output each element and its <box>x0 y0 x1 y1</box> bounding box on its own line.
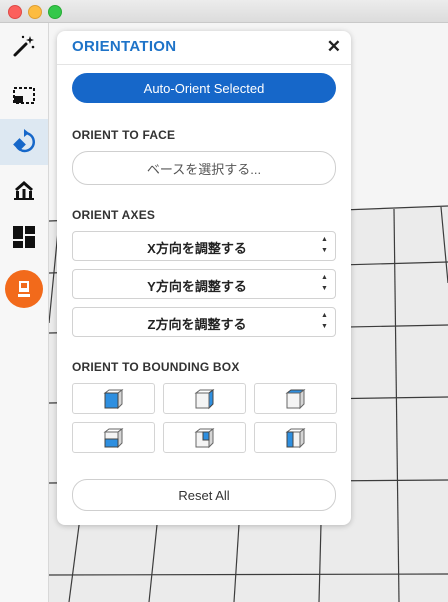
layout-icon <box>13 226 35 248</box>
chevron-up-icon[interactable]: ▲ <box>320 272 329 283</box>
orient-axes-label: ORIENT AXES <box>72 208 156 222</box>
zoom-window-button[interactable] <box>48 5 62 19</box>
selection-tool[interactable] <box>0 72 48 118</box>
bbox-left-button[interactable] <box>254 422 337 453</box>
cube-left-icon <box>285 427 305 448</box>
select-base-button[interactable]: ベースを選択する... <box>72 151 336 185</box>
chevron-down-icon[interactable]: ▼ <box>320 283 329 294</box>
bbox-right-button[interactable] <box>163 383 246 414</box>
bbox-back-button[interactable] <box>163 422 246 453</box>
chevron-down-icon[interactable]: ▼ <box>320 245 329 256</box>
minimize-window-button[interactable] <box>28 5 42 19</box>
magic-wand-icon <box>13 35 35 57</box>
magic-wand-tool[interactable] <box>0 23 48 69</box>
cube-back-icon <box>194 427 214 448</box>
panel-title: ORIENTATION <box>72 38 177 55</box>
z-axis-stepper-label: Z方向を調整する <box>147 317 247 332</box>
cube-bottom-icon <box>103 427 123 448</box>
cube-front-icon <box>103 388 123 409</box>
layout-tool[interactable] <box>0 214 48 260</box>
panel-header: ORIENTATION ✕ <box>57 31 351 65</box>
cube-top-icon <box>285 388 305 409</box>
y-axis-stepper-arrows[interactable]: ▲ ▼ <box>320 272 329 294</box>
orient-to-face-label: ORIENT TO FACE <box>72 128 176 142</box>
supports-tool[interactable] <box>0 167 48 213</box>
y-axis-stepper-label: Y方向を調整する <box>147 279 247 294</box>
reset-all-button[interactable]: Reset All <box>72 479 336 511</box>
bbox-bottom-button[interactable] <box>72 422 155 453</box>
x-axis-stepper[interactable]: X方向を調整する ▲ ▼ <box>72 231 336 261</box>
z-axis-stepper-arrows[interactable]: ▲ ▼ <box>320 310 329 332</box>
print-tool[interactable] <box>0 266 48 312</box>
orient-to-bounding-box-label: ORIENT TO BOUNDING BOX <box>72 360 240 374</box>
left-toolbar <box>0 23 49 602</box>
chevron-up-icon[interactable]: ▲ <box>320 310 329 321</box>
bbox-top-button[interactable] <box>254 383 337 414</box>
selection-icon <box>13 87 35 104</box>
support-icon <box>14 181 34 200</box>
x-axis-stepper-label: X方向を調整する <box>147 241 247 256</box>
orientation-panel: ORIENTATION ✕ Auto-Orient Selected ORIEN… <box>57 31 351 525</box>
chevron-down-icon[interactable]: ▼ <box>320 321 329 332</box>
print-icon <box>5 270 43 308</box>
bbox-front-button[interactable] <box>72 383 155 414</box>
orientation-icon <box>13 129 36 153</box>
z-axis-stepper[interactable]: Z方向を調整する ▲ ▼ <box>72 307 336 337</box>
x-axis-stepper-arrows[interactable]: ▲ ▼ <box>320 234 329 256</box>
y-axis-stepper[interactable]: Y方向を調整する ▲ ▼ <box>72 269 336 299</box>
window-titlebar <box>0 0 448 23</box>
cube-right-icon <box>194 388 214 409</box>
close-panel-button[interactable]: ✕ <box>327 37 341 57</box>
close-window-button[interactable] <box>8 5 22 19</box>
chevron-up-icon[interactable]: ▲ <box>320 234 329 245</box>
orientation-tool[interactable] <box>0 119 48 165</box>
auto-orient-button[interactable]: Auto-Orient Selected <box>72 73 336 103</box>
